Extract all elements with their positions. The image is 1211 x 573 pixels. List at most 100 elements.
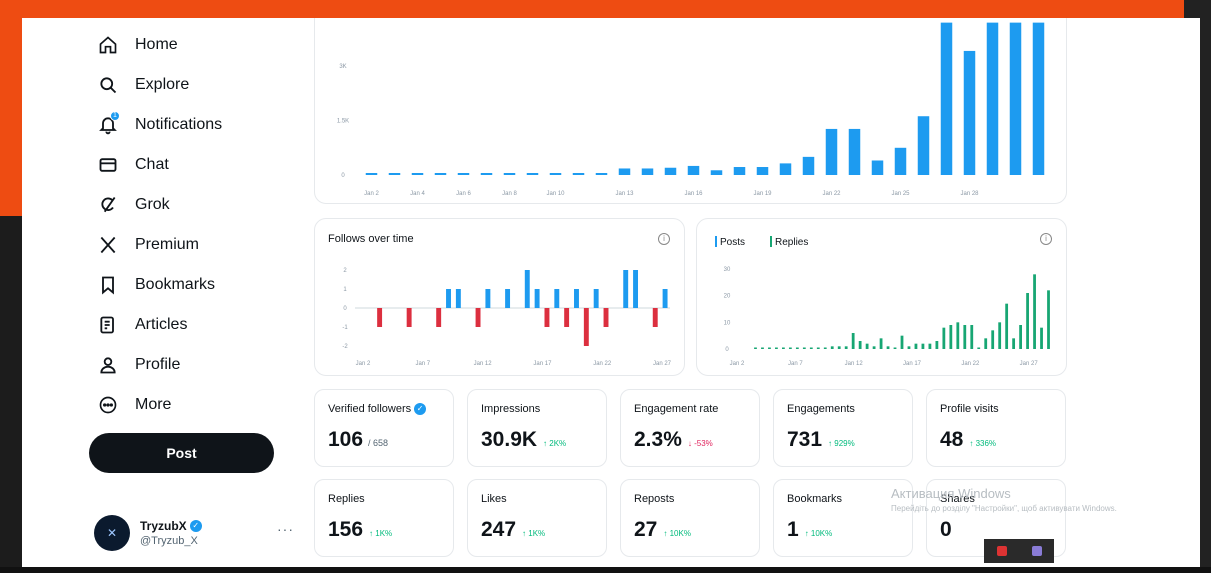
legend-label: Posts — [720, 237, 745, 248]
unfollow-bar — [406, 308, 412, 327]
follow-bar — [574, 289, 579, 308]
replies-bar — [935, 341, 939, 349]
stat-card[interactable]: Profile visits 48 ↑ 336% — [926, 389, 1066, 467]
sidebar-item-bookmarks[interactable]: Bookmarks — [96, 271, 215, 299]
tray-pen-icon[interactable] — [1031, 546, 1042, 556]
stat-value-row: 0 — [940, 518, 952, 542]
stat-value: 1 — [787, 518, 799, 541]
post-button[interactable]: Post — [89, 433, 274, 473]
info-icon[interactable]: i — [658, 233, 670, 245]
impressions-bar — [618, 168, 631, 175]
replies-bar — [977, 347, 981, 349]
impressions-bar — [940, 22, 953, 176]
unfollow-bar — [583, 308, 589, 346]
legend-swatch — [715, 236, 717, 247]
x-tick-label: Jan 4 — [410, 191, 425, 197]
stat-label-text: Replies — [328, 493, 365, 505]
replies-bar — [1026, 293, 1029, 349]
home-icon — [96, 33, 120, 57]
account-switcher[interactable]: ✕ TryzubX ✓ @Tryzub_X ··· — [94, 513, 294, 553]
sidebar-item-grok[interactable]: Grok — [96, 191, 170, 219]
windows-activation-subtitle: Перейдіть до розділу "Настройки", щоб ак… — [891, 504, 1117, 513]
sidebar-item-home[interactable]: Home — [96, 31, 178, 59]
stat-value: 731 — [787, 428, 823, 451]
stat-card[interactable]: Reposts 27 ↑ 10K% — [620, 479, 760, 557]
sidebar-item-premium[interactable]: Premium — [96, 231, 199, 259]
replies-bar — [914, 343, 918, 349]
impressions-bar — [986, 22, 999, 176]
x-tick-label: Jan 13 — [615, 191, 634, 197]
stat-card[interactable]: Impressions 30.9K ↑ 2K% — [467, 389, 607, 467]
x-tick-label: Jan 7 — [415, 361, 430, 367]
follow-bar — [505, 289, 511, 308]
replies-bar — [1040, 327, 1043, 349]
stat-sub: / 658 — [368, 438, 389, 448]
verified-badge-icon: ✓ — [189, 520, 202, 532]
sidebar-item-chat[interactable]: Chat — [96, 151, 169, 179]
impressions-bar — [1009, 22, 1022, 176]
sidebar-label-home: Home — [135, 36, 178, 53]
replies-bar — [879, 338, 883, 349]
replies-bar — [1012, 338, 1016, 349]
x-tick-label: Jan 7 — [788, 361, 803, 367]
more-circle-icon — [96, 393, 120, 417]
stat-label-text: Engagement rate — [634, 403, 719, 415]
replies-bar — [886, 346, 890, 349]
stat-label: Profile visits — [940, 403, 999, 415]
replies-bar — [788, 347, 792, 349]
account-handle: @Tryzub_X — [140, 535, 198, 547]
bell-icon: 1 — [96, 111, 120, 137]
x-tick-label: Jan 28 — [960, 191, 979, 197]
sidebar-item-more[interactable]: More — [96, 391, 171, 419]
sidebar-item-explore[interactable]: Explore — [96, 71, 189, 99]
sidebar-label-explore: Explore — [135, 76, 190, 93]
stat-change: ↑ 336% — [969, 439, 997, 448]
sidebar-item-notifications[interactable]: 1 Notifications — [96, 111, 222, 139]
stat-card[interactable]: Verified followers ✓ 106 / 658 — [314, 389, 454, 467]
stat-card[interactable]: Engagements 731 ↑ 929% — [773, 389, 913, 467]
y-tick-label: -2 — [342, 344, 348, 350]
replies-bar — [768, 347, 771, 349]
stat-card[interactable]: Engagement rate 2.3% ↓ -53% — [620, 389, 760, 467]
x-tick-label: Jan 25 — [891, 191, 910, 197]
stat-label: Reposts — [634, 493, 674, 505]
impressions-bar — [802, 156, 815, 175]
impressions-bar — [687, 165, 700, 175]
stat-label: Bookmarks — [787, 493, 842, 505]
follow-bar — [446, 289, 451, 308]
windows-activation-watermark: Активация Windows Перейдіть до розділу "… — [891, 486, 1191, 513]
replies-bar — [823, 347, 827, 349]
x-tick-label: Jan 2 — [730, 361, 745, 367]
replies-bar — [963, 325, 967, 349]
impressions-bar — [595, 173, 608, 175]
stat-change: ↓ -53% — [687, 439, 713, 448]
unfollow-bar — [652, 308, 658, 327]
x-tick-label: Jan 12 — [845, 361, 864, 367]
impressions-bar — [388, 173, 401, 175]
stat-value-row: 156 ↑ 1K% — [328, 518, 392, 542]
stat-value: 106 — [328, 428, 364, 451]
stat-card[interactable]: Replies 156 ↑ 1K% — [314, 479, 454, 557]
stat-label: Likes — [481, 493, 507, 505]
impressions-chart-card: 0 1.5K 3K Jan 2 Jan 4 Jan 6 Jan 8 Jan 10 Jan 13 J… — [314, 18, 1067, 204]
y-tick-label: 0 — [343, 306, 347, 312]
tray-app-icon[interactable] — [996, 546, 1007, 556]
account-more-icon[interactable]: ··· — [277, 521, 294, 537]
replies-bar — [830, 346, 834, 349]
impressions-bar — [825, 128, 838, 175]
replies-bar — [837, 346, 841, 349]
y-tick-label: 30 — [724, 267, 731, 273]
sidebar-item-profile[interactable]: Profile — [96, 351, 180, 379]
impressions-bar — [963, 50, 976, 175]
impressions-bar — [480, 173, 493, 175]
impressions-bar — [664, 167, 677, 175]
stat-value-row: 247 ↑ 1K% — [481, 518, 545, 542]
info-icon[interactable]: i — [1040, 233, 1052, 245]
impressions-bar — [503, 173, 516, 175]
replies-bar — [844, 346, 848, 349]
replies-bar — [809, 347, 813, 349]
follow-bar — [633, 270, 639, 308]
sidebar-item-articles[interactable]: Articles — [96, 311, 187, 339]
replies-bar — [942, 327, 946, 349]
stat-card[interactable]: Likes 247 ↑ 1K% — [467, 479, 607, 557]
